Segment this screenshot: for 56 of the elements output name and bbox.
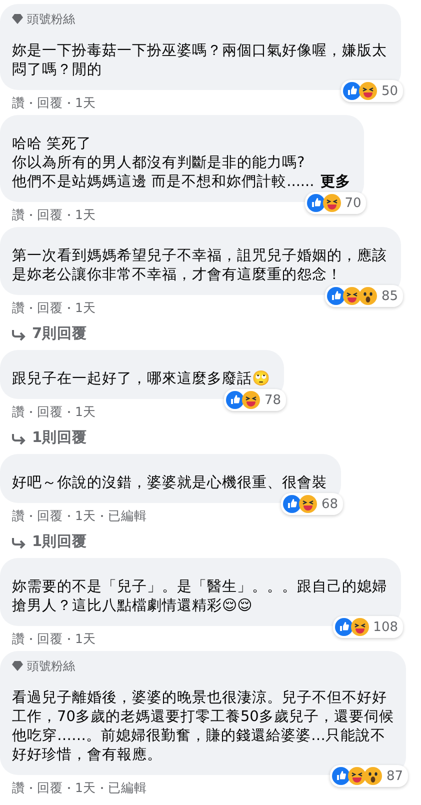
comment-line: 好好珍惜，會有報應。 [12,746,162,765]
timestamp[interactable]: 1天 [75,507,96,524]
reply-link[interactable]: 回覆 [37,299,63,316]
diamond-icon [12,14,23,24]
like-link[interactable]: 讚 [12,507,25,524]
reply-link[interactable]: 回覆 [37,206,63,223]
reply-link[interactable]: 回覆 [37,403,63,420]
comment-line: 工作，70多歲的老媽還要打零工養50多歲兒子，還要伺候 [12,708,392,727]
reply-link[interactable]: 回覆 [37,630,63,647]
see-more-link[interactable]: 更多 [320,173,350,192]
reaction-summary[interactable]: 50 [341,80,403,102]
reaction-summary[interactable]: 85 [325,285,403,307]
comment-line: 妳是一下扮毒菇一下扮巫婆嗎？兩個口氣好像喔，嫌版太 [12,42,387,61]
reply-arrow-icon [12,432,26,444]
comment-line: 第一次看到媽媽希望兒子不幸福，詛咒兒子婚姻的，應該 [12,247,387,266]
comment-line: 他們不是站媽媽這邊 而是不想和妳們計較...... [12,173,314,192]
timestamp[interactable]: 1天 [75,299,96,316]
like-link[interactable]: 讚 [12,299,25,316]
reply-link[interactable]: 回覆 [37,507,63,524]
reply-arrow-icon [12,536,26,548]
reaction-summary[interactable]: 70 [304,192,366,214]
view-replies-button[interactable]: 7則回覆 [0,316,88,346]
comment-line: 悶了嗎？閒的 [12,61,102,80]
diamond-icon [12,661,23,671]
view-replies-button[interactable]: 1則回覆 [0,420,88,450]
like-link[interactable]: 讚 [12,206,25,223]
like-link[interactable]: 讚 [12,403,25,420]
comment-line: 是妳老公讓你非常不幸福，才會有這麼重的怨念！ [12,266,342,285]
like-link[interactable]: 讚 [12,630,25,647]
edited-label: 已編輯 [108,507,147,524]
top-fan-label: 頭號粉絲 [27,10,75,28]
comment-line: 你以為所有的男人都沒有判斷是非的能力嗎? [12,154,306,173]
timestamp[interactable]: 1天 [75,779,96,796]
reaction-summary[interactable]: 87 [330,765,408,787]
timestamp[interactable]: 1天 [75,630,96,647]
timestamp[interactable]: 1天 [75,94,96,111]
reaction-summary[interactable]: 68 [281,493,343,515]
like-link[interactable]: 讚 [12,779,25,796]
comment-line: 搶男人？這比八點檔劇情還精彩😌😌 [12,597,252,616]
like-link[interactable]: 讚 [12,94,25,111]
view-replies-button[interactable]: 1則回覆 [0,524,88,554]
reaction-summary[interactable]: 108 [333,616,403,638]
timestamp[interactable]: 1天 [75,403,96,420]
reply-arrow-icon [12,328,26,340]
comment-line: 跟兒子在一起好了，哪來這麼多廢話🙄 [12,370,270,389]
reply-link[interactable]: 回覆 [37,94,63,111]
comment-line: 他吃穿……。前媳婦很勤奮，賺的錢還給婆婆…只能說不 [12,727,386,746]
comment-line: 妳需要的不是「兒子」。是「醫生」。。。跟自己的媳婦 [12,578,387,597]
top-fan-label: 頭號粉絲 [27,658,75,674]
comment-line: 看過兒子離婚後，婆婆的晚景也很淒涼。兒子不但不好好 [12,689,388,708]
comment-line: 好吧～你說的沒錯，婆婆就是心機很重、很會裝 [12,474,327,493]
reaction-summary[interactable]: 78 [224,389,286,411]
comment-line: 哈哈 笑死了 [12,135,93,154]
reply-link[interactable]: 回覆 [37,779,63,796]
edited-label: 已編輯 [108,779,147,796]
timestamp[interactable]: 1天 [75,206,96,223]
